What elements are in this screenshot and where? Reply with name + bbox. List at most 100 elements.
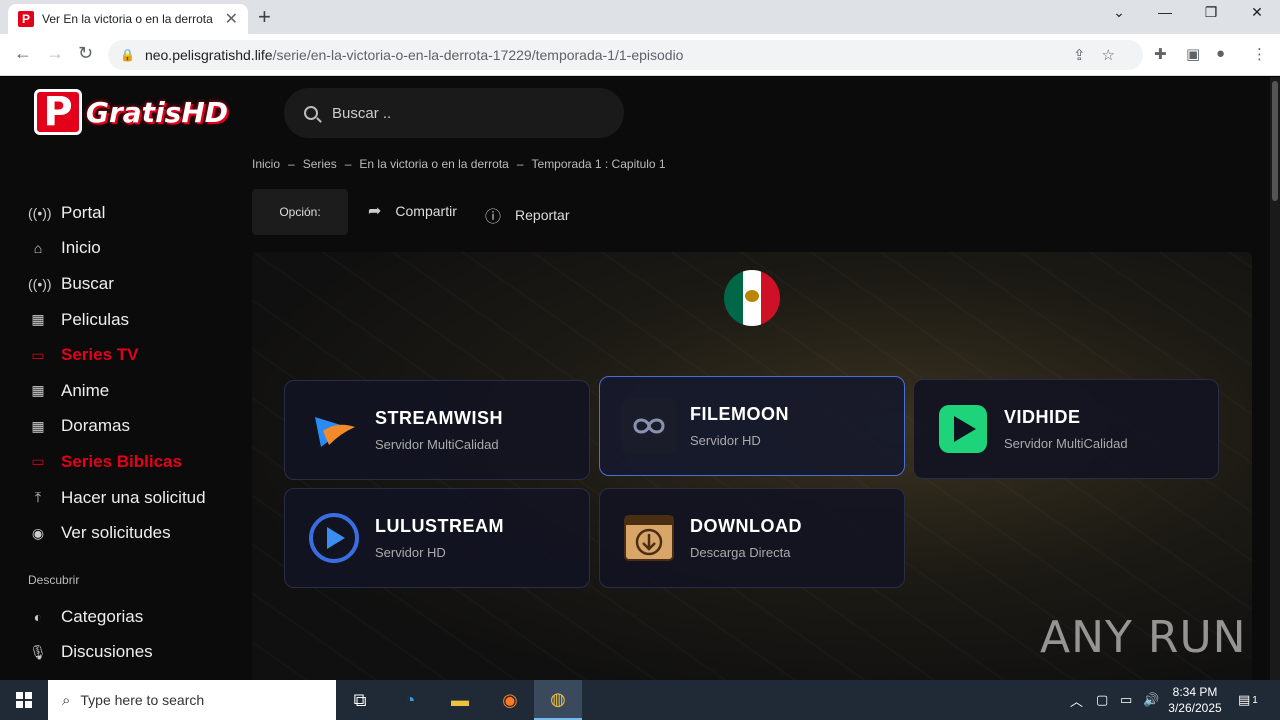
breadcrumb-show[interactable]: En la victoria o en la derrota	[359, 157, 508, 171]
sidebar-item-label: Doramas	[61, 416, 130, 436]
sidebar-item-label: Ver solicitudes	[61, 523, 171, 543]
breadcrumb-home[interactable]: Inicio	[252, 157, 280, 171]
sidebar-item-anime[interactable]: ▦ Anime	[28, 373, 248, 409]
breadcrumb-series[interactable]: Series	[303, 157, 337, 171]
address-bar[interactable]: 🔒 neo.pelisgratishd.life/serie/en-la-vic…	[108, 40, 1143, 70]
lulustream-icon	[307, 511, 361, 565]
sidebar-item-label: Series TV	[61, 345, 139, 365]
alert-circle-icon: ⓘ	[485, 209, 502, 226]
breadcrumb-episode: Temporada 1 : Capitulo 1	[531, 157, 666, 171]
windows-logo-icon	[16, 692, 32, 708]
share-arrow-icon: ➦	[368, 203, 382, 220]
logo-letter: P	[34, 89, 82, 135]
minimize-icon[interactable]: —	[1142, 4, 1188, 20]
sidebar-item-label: Series Biblicas	[61, 451, 182, 471]
chrome-icon[interactable]: ◍	[534, 680, 582, 720]
tab-close-icon[interactable]: ✕	[225, 9, 238, 29]
close-window-icon[interactable]: ✕	[1234, 4, 1280, 21]
server-filemoon[interactable]: FILEMOON Servidor HD	[599, 376, 905, 476]
breadcrumb: Inicio – Series – En la victoria o en la der…	[252, 157, 666, 171]
share-button[interactable]: ➦ Compartir	[368, 201, 457, 221]
network-icon[interactable]: ▭	[1120, 680, 1132, 720]
tv-icon: ▭	[31, 453, 45, 470]
more-menu-icon[interactable]: ⋮	[1252, 45, 1267, 63]
task-view-icon[interactable]: ⧉	[336, 680, 384, 720]
report-button[interactable]: ⓘ Reportar	[485, 203, 569, 227]
share-label: Compartir	[395, 203, 457, 219]
page-scrollbar[interactable]	[1270, 77, 1280, 680]
home-icon: ⌂	[33, 240, 43, 257]
system-clock[interactable]: 8:34 PM 3/26/2025	[1160, 684, 1230, 716]
firefox-icon[interactable]: ◉	[486, 680, 534, 720]
server-download[interactable]: DOWNLOAD Descarga Directa	[599, 488, 905, 588]
new-tab-plus-icon[interactable]: +	[258, 4, 271, 30]
tab-title: Ver En la victoria o en la derrota	[42, 12, 213, 26]
share-page-icon[interactable]: ⇪☆	[1073, 46, 1131, 64]
film-icon: ▦	[31, 417, 45, 434]
filemoon-icon	[622, 399, 676, 453]
edge-browser-icon[interactable]: ◔	[386, 680, 434, 720]
sidebar-item-peliculas[interactable]: ▦ Peliculas	[28, 302, 248, 338]
tab-search-chevron-icon[interactable]: ⌄	[1096, 4, 1142, 21]
notification-count: 1	[1252, 694, 1258, 706]
back-arrow-icon[interactable]: ←	[14, 43, 32, 64]
server-streamwish[interactable]: STREAMWISH Servidor MultiCalidad	[284, 380, 590, 480]
clock-date: 3/26/2025	[1168, 701, 1222, 715]
sidebar-item-doramas[interactable]: ▦ Doramas	[28, 409, 248, 445]
file-explorer-icon[interactable]: ▬	[436, 680, 484, 720]
sidebar-item-categorias[interactable]: ◐ Categorias	[28, 599, 248, 635]
lock-icon[interactable]: 🔒	[120, 48, 135, 62]
restore-icon[interactable]: ❐	[1188, 4, 1234, 21]
sidebar-item-discusiones[interactable]: 🎙 Discusiones	[28, 635, 248, 671]
sidebar-item-hacer-una-solicitud[interactable]: ⤒ Hacer una solicitud	[28, 480, 248, 516]
browser-toolbar: ← → ↻ 🔒 neo.pelisgratishd.life/serie/en-…	[0, 34, 1280, 76]
sidebar-item-label: Buscar	[61, 273, 114, 293]
site-favicon-icon: P	[18, 11, 34, 27]
side-panel-icon[interactable]: ▣	[1186, 45, 1200, 63]
tray-chevron-icon[interactable]: ︿	[1070, 680, 1083, 720]
sidebar-nav: ((•)) Portal ⌂ Inicio ((•)) Buscar ▦ Peliculas ▭…	[28, 195, 248, 670]
clock-time: 8:34 PM	[1172, 685, 1218, 699]
sidebar-item-label: Hacer una solicitud	[61, 487, 206, 507]
start-button[interactable]	[0, 680, 48, 720]
film-icon: ▦	[31, 382, 45, 399]
server-lulustream[interactable]: LULUSTREAM Servidor HD	[284, 488, 590, 588]
reload-icon[interactable]: ↻	[78, 43, 93, 64]
download-icon	[622, 511, 676, 565]
site-search-box[interactable]	[284, 88, 624, 138]
extensions-puzzle-icon[interactable]: ✚	[1154, 45, 1167, 63]
notification-icon[interactable]: ▤ 1	[1238, 680, 1258, 720]
scrollbar-thumb[interactable]	[1272, 81, 1278, 201]
volume-icon[interactable]: 🔊	[1143, 680, 1159, 720]
sidebar-item-series-tv[interactable]: ▭ Series TV	[28, 337, 248, 373]
sidebar-item-label: Discusiones	[61, 642, 153, 662]
eye-icon: ◉	[31, 524, 45, 541]
microphone-icon: 🎙	[29, 643, 47, 660]
browser-tab[interactable]: P Ver En la victoria o en la derrota ✕	[8, 4, 248, 34]
windows-taskbar: ⌕ Type here to search ⧉ ◔ ▬ ◉ ◍ ︿ ▢ ▭ 🔊 …	[0, 680, 1280, 720]
sidebar-item-label: Categorias	[61, 606, 144, 626]
film-icon: ▦	[31, 311, 45, 328]
server-vidhide[interactable]: VIDHIDE Servidor MultiCalidad	[913, 379, 1219, 479]
sidebar-item-series-biblicas[interactable]: ▭ Series Biblicas	[28, 444, 248, 480]
sidebar-item-buscar[interactable]: ((•)) Buscar	[28, 266, 248, 302]
sidebar-item-portal[interactable]: ((•)) Portal	[28, 195, 248, 231]
option-button[interactable]: Opción:	[252, 189, 348, 235]
forward-arrow-icon[interactable]: →	[46, 43, 64, 64]
sidebar-item-label: Portal	[61, 202, 106, 222]
search-icon: ⌕	[62, 691, 71, 709]
taskbar-search-box[interactable]: ⌕ Type here to search	[48, 680, 336, 720]
sidebar-item-inicio[interactable]: ⌂ Inicio	[28, 231, 248, 267]
sidebar-item-label: Peliculas	[61, 309, 130, 329]
browser-tab-bar: P Ver En la victoria o en la derrota ✕ +…	[0, 0, 1280, 34]
profile-avatar-icon[interactable]: ●	[1216, 45, 1225, 62]
sidebar-item-label: Anime	[61, 380, 110, 400]
sidebar-item-ver-solicitudes[interactable]: ◉ Ver solicitudes	[28, 515, 248, 551]
search-input[interactable]	[332, 104, 592, 122]
tray-device-icon[interactable]: ▢	[1096, 680, 1108, 720]
site-logo[interactable]: P GratisHD	[34, 89, 228, 135]
half-circle-icon: ◐	[33, 608, 43, 625]
logo-text: GratisHD	[86, 95, 229, 129]
bookmark-star-icon[interactable]: ☆	[1102, 47, 1131, 64]
mexico-flag-icon[interactable]	[724, 270, 780, 326]
